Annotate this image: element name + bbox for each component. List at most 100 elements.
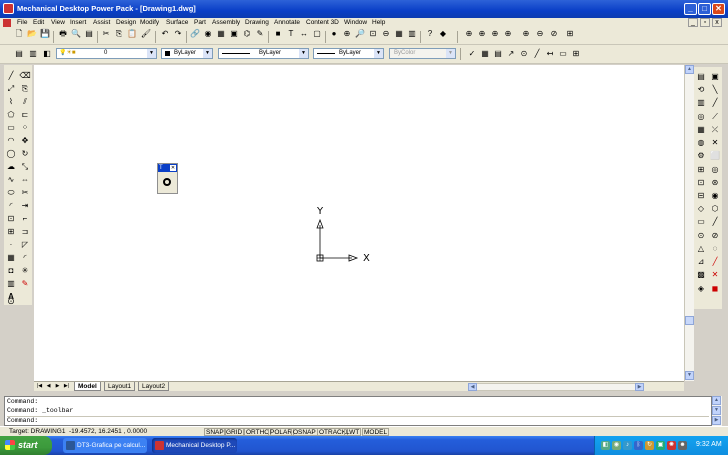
erase-tool-icon[interactable]: ⌫: [19, 70, 31, 82]
bluetooth-icon[interactable]: ᛒ: [634, 441, 643, 450]
monitor-icon[interactable]: ▣: [656, 441, 665, 450]
zoom-previous-icon[interactable]: ⊖: [380, 28, 392, 40]
join-tool-icon[interactable]: ⊐: [19, 226, 31, 238]
explode-tool-icon[interactable]: ✳: [19, 265, 31, 277]
document-icon[interactable]: [3, 19, 11, 27]
scroll-up-icon[interactable]: ▲: [712, 396, 721, 405]
target-icon[interactable]: [163, 178, 171, 186]
point-tool-icon[interactable]: ·: [5, 239, 17, 251]
line-tool-icon[interactable]: ╱: [5, 70, 17, 82]
open-icon[interactable]: 📂: [26, 28, 38, 40]
print-icon[interactable]: 🖶: [57, 28, 69, 40]
mate-icon[interactable]: ⟋: [709, 111, 721, 123]
markup-icon[interactable]: ✎: [254, 28, 266, 40]
edit-icon[interactable]: ▭: [557, 48, 569, 60]
leader-icon[interactable]: ↗: [505, 48, 517, 60]
table-tool-icon[interactable]: ▥: [5, 278, 17, 290]
loft-icon[interactable]: ⊞: [695, 164, 707, 176]
combine-icon[interactable]: ◈: [695, 283, 707, 295]
command-prompt[interactable]: Command:: [7, 416, 709, 424]
color-dropdown[interactable]: ByLayer ▼: [161, 48, 213, 59]
part-icon[interactable]: ◼: [709, 283, 721, 295]
line-icon[interactable]: ╱: [531, 48, 543, 60]
scene-icon[interactable]: ╲: [709, 84, 721, 96]
pline-tool-icon[interactable]: ⌇: [5, 96, 17, 108]
menu-edit[interactable]: Edit: [33, 19, 44, 26]
insert-block-tool-icon[interactable]: ⊡: [5, 213, 17, 225]
menu-modify[interactable]: Modify: [140, 19, 159, 26]
close-button[interactable]: ✕: [712, 3, 725, 15]
hyperlink-icon[interactable]: 🔗: [189, 28, 201, 40]
shell-icon[interactable]: ▭: [695, 216, 707, 228]
paste-icon[interactable]: 📋: [126, 28, 138, 40]
first-tab-icon[interactable]: |◀: [36, 383, 43, 390]
zoom-center-icon[interactable]: ⊕: [489, 28, 501, 40]
pattern-icon[interactable]: ▩: [695, 269, 707, 281]
zoom-object-icon[interactable]: ⊞: [564, 28, 576, 40]
dbconnect-icon[interactable]: ⌬: [241, 28, 253, 40]
match-properties-icon[interactable]: 🖌: [140, 28, 152, 40]
messenger-icon[interactable]: ☻: [678, 441, 687, 450]
zoom-realtime-icon[interactable]: 🔎: [354, 28, 366, 40]
doc-restore-button[interactable]: ▫: [700, 18, 710, 27]
insert-icon[interactable]: ⬜: [709, 150, 721, 162]
drawing-canvas[interactable]: Y X: [34, 65, 684, 381]
design-center-icon[interactable]: ◉: [202, 28, 214, 40]
flush-icon[interactable]: ⤫: [709, 124, 721, 136]
help-icon[interactable]: ?: [424, 28, 436, 40]
menu-annotate[interactable]: Annotate: [274, 19, 300, 26]
assembly-icon[interactable]: ▣: [709, 71, 721, 83]
horizontal-scrollbar[interactable]: ◀ ▶: [468, 383, 644, 391]
update-icon[interactable]: ↻: [645, 441, 654, 450]
workpoint-icon[interactable]: ⊿: [695, 256, 707, 268]
constraint-icon[interactable]: ▥: [695, 97, 707, 109]
chevron-down-icon[interactable]: ▼: [203, 49, 212, 58]
linetype-dropdown[interactable]: ByLayer ▼: [218, 48, 309, 59]
zoom-extents-icon[interactable]: ⊕: [476, 28, 488, 40]
menu-window[interactable]: Window: [344, 19, 367, 26]
extrude-icon[interactable]: ▦: [695, 124, 707, 136]
fillet-tool-icon[interactable]: ◜: [19, 252, 31, 264]
section-icon[interactable]: ◌: [709, 243, 721, 255]
menu-insert[interactable]: Insert: [70, 19, 86, 26]
field-icon[interactable]: ▤: [492, 48, 504, 60]
acrobat-icon[interactable]: ✺: [667, 441, 676, 450]
copy-tool-icon[interactable]: ⎘: [19, 83, 31, 95]
workplane-icon[interactable]: ⊙: [695, 230, 707, 242]
cut-icon[interactable]: ✂: [100, 28, 112, 40]
bom-icon[interactable]: ⊛: [709, 177, 721, 189]
snap-toggle[interactable]: SNAP: [204, 428, 226, 436]
grid-icon[interactable]: ▦: [393, 28, 405, 40]
drawing-view-icon[interactable]: ╱: [709, 216, 721, 228]
menu-help[interactable]: Help: [372, 19, 385, 26]
make-block-tool-icon[interactable]: ⊞: [5, 226, 17, 238]
detail-icon[interactable]: ╱: [709, 256, 721, 268]
vertical-scrollbar[interactable]: ▲ ▼: [684, 65, 694, 381]
view-icon[interactable]: ▢: [311, 28, 323, 40]
redo-icon[interactable]: ↷: [172, 28, 184, 40]
close-icon[interactable]: ✕: [170, 165, 176, 171]
zoom-out-icon[interactable]: ⊖: [534, 28, 546, 40]
dimension-icon[interactable]: ◎: [695, 111, 707, 123]
ellipse-arc-tool-icon[interactable]: ◜: [5, 200, 17, 212]
maximize-button[interactable]: □: [698, 3, 711, 15]
preview-icon[interactable]: 🔍: [70, 28, 82, 40]
menu-surface[interactable]: Surface: [166, 19, 188, 26]
sweep-icon[interactable]: ⚙: [695, 150, 707, 162]
mirror-tool-icon[interactable]: ⫽: [19, 96, 31, 108]
revcloud-tool-icon[interactable]: ☁: [5, 161, 17, 173]
offset-tool-icon[interactable]: ⊏: [19, 109, 31, 121]
sketch-icon[interactable]: ▤: [695, 71, 707, 83]
properties-icon[interactable]: ▣: [228, 28, 240, 40]
rotate-tool-icon[interactable]: ↻: [19, 148, 31, 160]
layer-icon[interactable]: ■: [272, 28, 284, 40]
delete-icon[interactable]: ✕: [709, 269, 721, 281]
doc-close-button[interactable]: x: [712, 18, 722, 27]
extend-tool-icon[interactable]: ⇥: [19, 200, 31, 212]
arc-tool-icon[interactable]: ◠: [5, 135, 17, 147]
chevron-down-icon[interactable]: ▼: [147, 49, 156, 58]
circle-tool-icon[interactable]: ◯: [5, 148, 17, 160]
stretch-tool-icon[interactable]: ⇔: [19, 174, 31, 186]
break-tool-icon[interactable]: ⌐: [19, 213, 31, 225]
menu-file[interactable]: File: [17, 19, 27, 26]
